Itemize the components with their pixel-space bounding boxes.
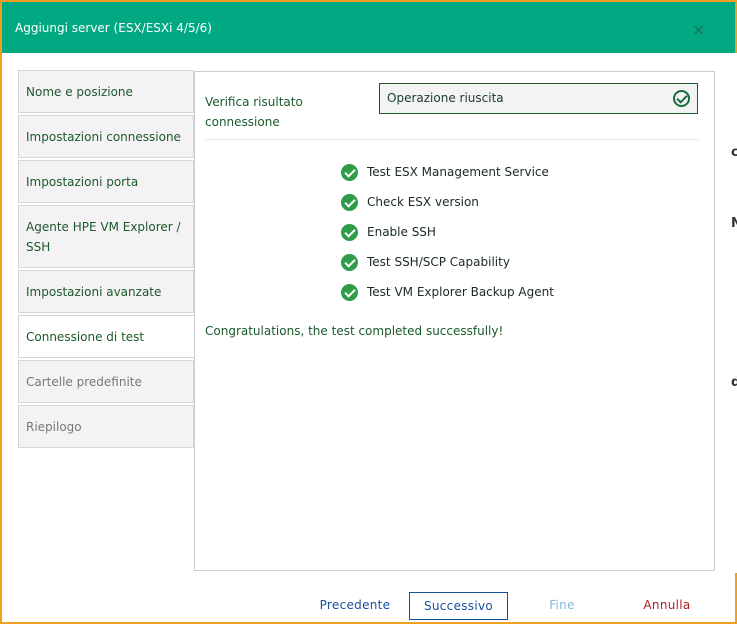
step-label: Nome e posizione: [26, 84, 133, 99]
check-label: Check ESX version: [367, 195, 479, 209]
background-window-edge: c N d: [731, 53, 737, 573]
edge-char: d: [731, 375, 737, 390]
result-field: Operazione riuscita: [379, 83, 698, 114]
step-connessione-test[interactable]: Connessione di test: [18, 315, 195, 358]
step-impostazioni-porta[interactable]: Impostazioni porta: [18, 160, 194, 203]
dialog-frame: Aggiungi server (ESX/ESXi 4/5/6) × c N d…: [0, 0, 737, 624]
edge-char: c: [731, 145, 737, 160]
success-circle-icon: [673, 90, 690, 107]
check-circle-icon: [341, 253, 358, 271]
check-label: Test SSH/SCP Capability: [367, 255, 510, 269]
step-nome-posizione[interactable]: Nome e posizione: [18, 70, 194, 113]
next-button[interactable]: Successivo: [409, 592, 508, 620]
step-agente-ssh[interactable]: Agente HPE VM Explorer / SSH: [18, 205, 194, 268]
edge-char: N: [731, 216, 737, 231]
check-item: Test ESX Management Service: [341, 157, 554, 187]
step-label: Impostazioni avanzate: [26, 284, 162, 299]
step-label: Riepilogo: [26, 419, 82, 434]
step-label: Impostazioni porta: [26, 174, 139, 189]
cancel-button[interactable]: Annulla: [632, 592, 702, 620]
check-circle-icon: [341, 163, 358, 181]
verify-result-label: Verifica risultato connessione: [205, 95, 303, 129]
check-item: Test SSH/SCP Capability: [341, 247, 554, 277]
step-label: Connessione di test: [26, 329, 145, 344]
check-item: Enable SSH: [341, 217, 554, 247]
check-item: Test VM Explorer Backup Agent: [341, 277, 554, 307]
check-circle-icon: [341, 193, 358, 211]
success-message: Congratulations, the test completed succ…: [205, 324, 504, 338]
check-label: Test VM Explorer Backup Agent: [367, 285, 554, 299]
step-label: Agente HPE VM Explorer / SSH: [26, 219, 181, 254]
check-list: Test ESX Management Service Check ESX ve…: [341, 157, 554, 307]
previous-button[interactable]: Precedente: [314, 592, 396, 620]
check-label: Enable SSH: [367, 225, 436, 239]
close-icon[interactable]: ×: [692, 20, 705, 39]
check-label: Test ESX Management Service: [367, 165, 549, 179]
step-cartelle-predefinite: Cartelle predefinite: [18, 360, 194, 403]
check-circle-icon: [341, 223, 358, 241]
step-label: Impostazioni connessione: [26, 129, 181, 144]
check-circle-icon: [341, 283, 358, 301]
dialog-titlebar: Aggiungi server (ESX/ESXi 4/5/6) ×: [2, 2, 735, 53]
step-impostazioni-avanzate[interactable]: Impostazioni avanzate: [18, 270, 194, 313]
step-impostazioni-connessione[interactable]: Impostazioni connessione: [18, 115, 194, 158]
wizard-steps: Nome e posizione Impostazioni connession…: [18, 70, 195, 450]
step-riepilogo: Riepilogo: [18, 405, 194, 448]
dialog-title: Aggiungi server (ESX/ESXi 4/5/6): [15, 21, 212, 35]
divider: [205, 139, 699, 140]
check-item: Check ESX version: [341, 187, 554, 217]
finish-button: Fine: [549, 598, 575, 612]
result-value: Operazione riuscita: [387, 91, 504, 105]
step-content-panel: Verifica risultato connessione Operazion…: [194, 71, 715, 571]
step-label: Cartelle predefinite: [26, 374, 142, 389]
